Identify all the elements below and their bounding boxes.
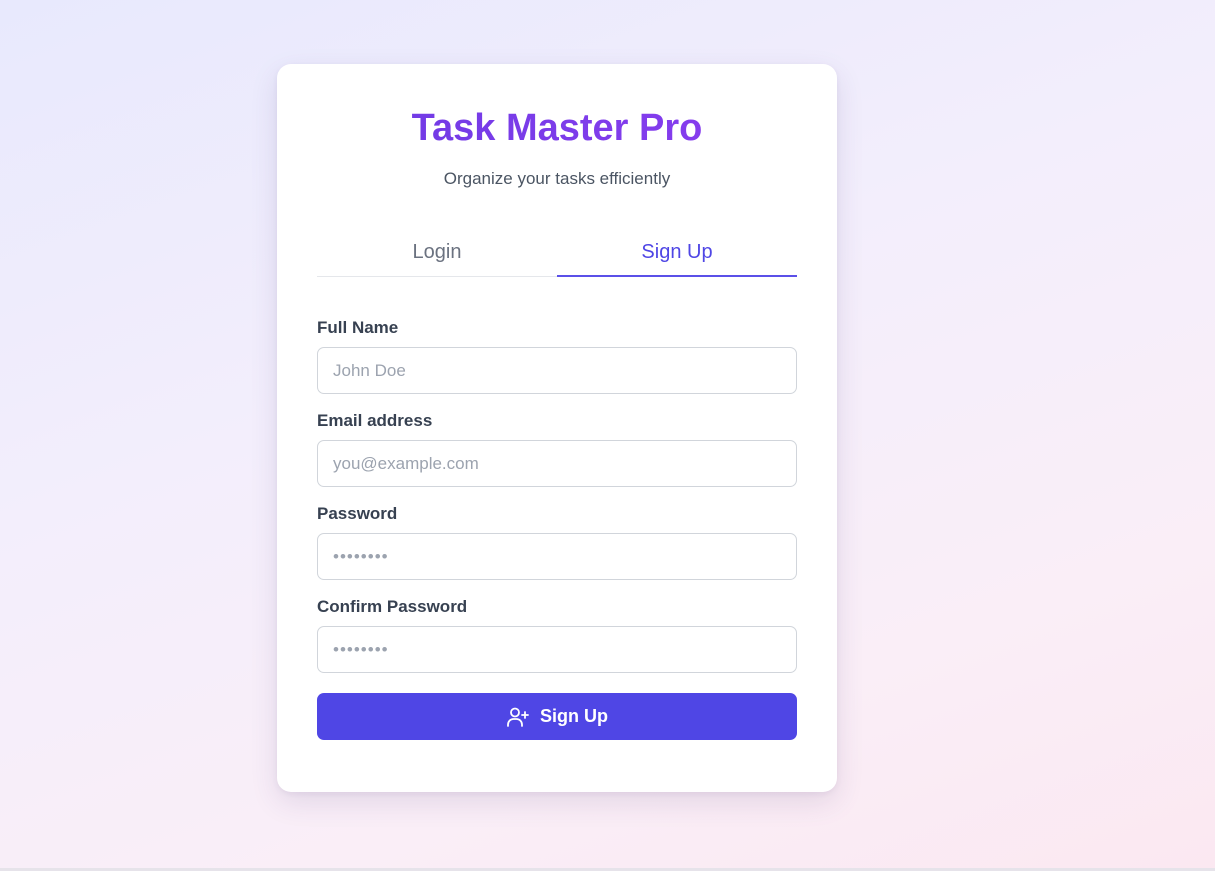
signup-card: Task Master Pro Organize your tasks effi… — [277, 64, 837, 792]
app-title: Task Master Pro — [317, 64, 797, 150]
auth-tabs: Login Sign Up — [317, 232, 797, 277]
tab-sign-up[interactable]: Sign Up — [557, 232, 797, 277]
email-group: Email address — [317, 410, 797, 487]
password-group: Password — [317, 503, 797, 580]
confirm-password-label: Confirm Password — [317, 597, 468, 616]
user-plus-icon — [506, 705, 530, 729]
password-label: Password — [317, 504, 398, 523]
full-name-input[interactable] — [317, 347, 797, 394]
sign-up-button-label: Sign Up — [540, 706, 608, 726]
password-input[interactable] — [317, 533, 797, 580]
confirm-password-input[interactable] — [317, 626, 797, 673]
full-name-group: Full Name — [317, 317, 797, 394]
full-name-label: Full Name — [317, 318, 399, 337]
sign-up-button[interactable]: Sign Up — [317, 693, 797, 740]
email-input[interactable] — [317, 440, 797, 487]
app-subtitle: Organize your tasks efficiently — [443, 169, 671, 188]
confirm-password-group: Confirm Password — [317, 596, 797, 673]
signup-form: Full Name Email address Password Confirm… — [317, 317, 797, 740]
tab-login[interactable]: Login — [317, 232, 557, 276]
email-label: Email address — [317, 411, 433, 430]
